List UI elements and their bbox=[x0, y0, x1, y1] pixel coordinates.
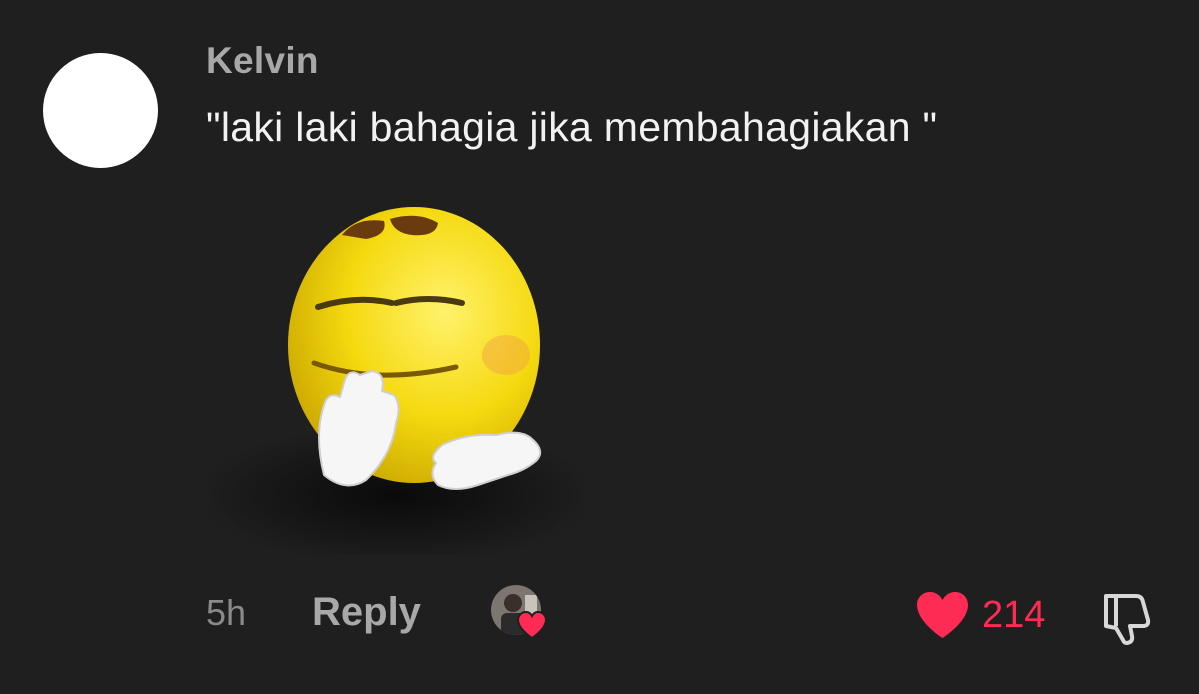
comment-username[interactable]: Kelvin bbox=[206, 40, 319, 82]
avatar[interactable] bbox=[43, 53, 158, 168]
creator-liked-badge bbox=[491, 585, 555, 641]
creator-liked-heart-icon bbox=[517, 611, 547, 639]
reply-button[interactable]: Reply bbox=[312, 590, 421, 635]
sticker-image bbox=[206, 195, 586, 555]
heart-icon[interactable] bbox=[915, 590, 970, 640]
comment-text: "laki laki bahagia jika membahagiakan " bbox=[206, 104, 938, 150]
comment-time: 5h bbox=[206, 592, 247, 633]
thumbs-down-icon[interactable] bbox=[1098, 590, 1158, 646]
like-button[interactable]: 214 bbox=[915, 590, 1045, 640]
like-count: 214 bbox=[982, 593, 1046, 636]
